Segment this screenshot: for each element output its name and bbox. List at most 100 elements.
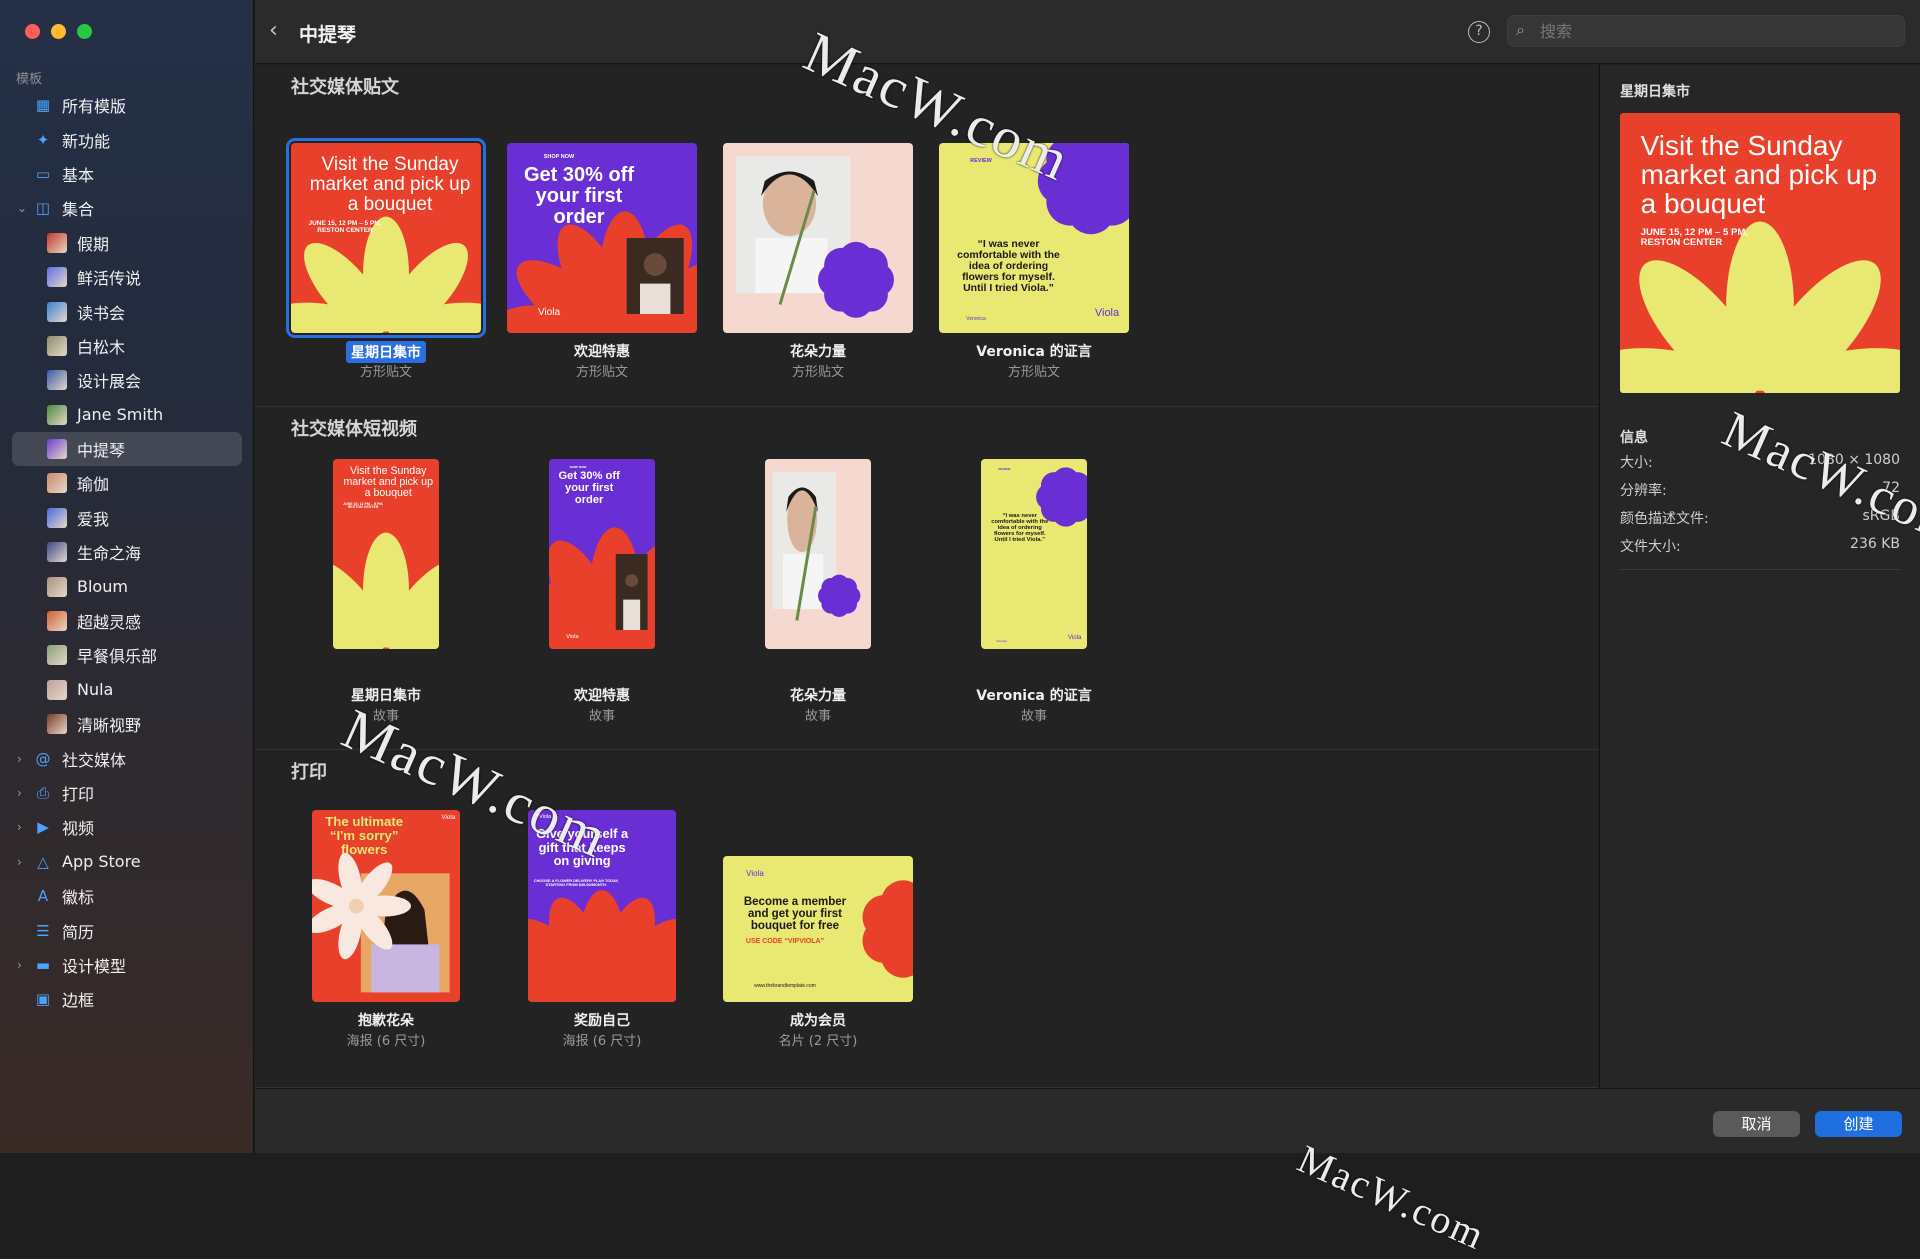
chevron-down-icon[interactable]: ⌄ (17, 201, 27, 215)
create-button[interactable]: 创建 (1815, 1111, 1902, 1137)
sidebar-item[interactable]: › @ 社交媒体 (12, 741, 242, 775)
sidebar-item[interactable]: Nula (12, 673, 242, 707)
sidebar-item[interactable]: 鲜活传说 (12, 260, 242, 294)
sidebar-item[interactable]: 假期 (12, 226, 242, 260)
cancel-button[interactable]: 取消 (1713, 1111, 1800, 1137)
template-card[interactable]: 花朵力量 方形贴文 (723, 143, 913, 380)
template-text: CHOOSE A FLOWER DELIVERY PLAN TODAY, STA… (533, 877, 619, 887)
sidebar-item-label: 清晰视野 (77, 716, 142, 736)
template-thumbnail[interactable]: Visit the Sunday market and pick up a bo… (333, 459, 439, 649)
template-text: Viola (566, 634, 579, 641)
template-card[interactable]: REVIEW “I was never comfortable with the … (939, 143, 1129, 380)
toolbar: ‹ 中提琴 ? ⌕ (255, 0, 1920, 64)
sidebar-item[interactable]: Bloum (12, 569, 242, 603)
template-card[interactable]: Visit the Sunday market and pick up a bo… (333, 459, 439, 724)
template-chooser-window: 模板 ▦ 所有模版 ✦ 新功能 ▭ 基本 ⌄ ◫ 集合 假期 鲜活传说 读书会 白松木 设计展会 Jane … (0, 0, 1920, 1258)
template-text: The ultimate “I'm sorry” flowers (325, 814, 404, 858)
template-card[interactable]: SHOP NOW Get 30% off your first order Viol… (549, 459, 655, 724)
template-name: 抱歉花朵 (272, 1010, 500, 1030)
sidebar-item[interactable]: ⌄ ◫ 集合 (12, 191, 242, 225)
sidebar-item-label: 社交媒体 (62, 750, 127, 770)
info-value: 72 (1882, 480, 1900, 496)
template-text: Visit the Sunday market and pick up a bo… (343, 464, 433, 499)
sidebar-item[interactable]: 生命之海 (12, 535, 242, 569)
sidebar-item[interactable]: 白松木 (12, 329, 242, 363)
template-thumbnail[interactable]: SHOP NOW Get 30% off your first order Viol… (549, 459, 655, 649)
back-chevron-icon[interactable]: ‹ (269, 18, 278, 43)
zoom-window-button[interactable] (77, 24, 92, 39)
collection-thumbnail (47, 267, 67, 288)
section-title: 打印 (291, 762, 327, 783)
collection-thumbnail (47, 542, 67, 563)
template-thumbnail[interactable]: Viola Become a member and get your first … (723, 856, 913, 1002)
template-thumbnail[interactable] (723, 143, 913, 333)
template-format: 海报 (6 尺寸) (346, 1034, 426, 1049)
search-field[interactable]: ⌕ (1507, 15, 1905, 47)
inspector-panel: 星期日集市 Visit the Sunday market and pick u… (1599, 65, 1920, 1088)
template-thumbnail[interactable]: Viola Give yourself a gift that keeps on … (528, 810, 676, 1002)
sidebar-item[interactable]: › ▶ 视频 (12, 810, 242, 844)
section-title: 社交媒体贴文 (291, 77, 399, 98)
sidebar-item[interactable]: 早餐俱乐部 (12, 638, 242, 672)
sidebar-item-label: Nula (77, 680, 114, 700)
page-title: 中提琴 (299, 24, 357, 46)
info-row: 颜色描述文件: sRGB (1620, 508, 1900, 532)
search-input[interactable] (1540, 20, 1890, 42)
sidebar-item-label: 新功能 (62, 131, 111, 151)
sidebar-item[interactable]: 设计展会 (12, 363, 242, 397)
sidebar-item[interactable]: A 徽标 (12, 879, 242, 913)
sidebar-item[interactable]: 清晰视野 (12, 707, 242, 741)
template-card[interactable]: REVIEW “I was never comfortable with the … (976, 459, 1092, 724)
sidebar-item-label: 设计模型 (62, 956, 127, 976)
template-thumbnail[interactable]: SHOP NOW Get 30% off your first order Viol… (507, 143, 697, 333)
sidebar-list: ▦ 所有模版 ✦ 新功能 ▭ 基本 ⌄ ◫ 集合 假期 鲜活传说 读书会 白松木 设计展会 Jane Smi… (12, 88, 242, 1017)
template-text: SHOP NOW (569, 464, 587, 469)
sidebar-item[interactable]: 超越灵感 (12, 604, 242, 638)
template-card[interactable]: Viola Become a member and get your first … (723, 856, 913, 1049)
sidebar-item[interactable]: › △ App Store (12, 845, 242, 879)
help-button[interactable]: ? (1468, 21, 1490, 43)
sidebar-item[interactable]: › ⎙ 打印 (12, 776, 242, 810)
sidebar-item-label: 集合 (62, 200, 95, 220)
chevron-right-icon[interactable]: › (17, 820, 27, 834)
sidebar-item[interactable]: 中提琴 (12, 431, 242, 467)
sidebar-item[interactable]: ▣ 边框 (12, 982, 242, 1016)
template-name-label: 星期日集市 (351, 688, 421, 704)
template-text: Get 30% off your first order (558, 470, 620, 506)
template-thumbnail[interactable]: REVIEW “I was never comfortable with the … (939, 143, 1129, 333)
sidebar-item[interactable]: ✦ 新功能 (12, 122, 242, 156)
template-text: SHOP NOW (543, 154, 575, 160)
info-value: sRGB (1862, 508, 1900, 524)
sidebar-item[interactable]: ☰ 简历 (12, 913, 242, 947)
chevron-right-icon[interactable]: › (17, 752, 27, 766)
sidebar-item[interactable]: Jane Smith (12, 398, 242, 432)
at-icon: @ (35, 749, 51, 768)
template-format: 名片 (2 尺寸) (778, 1034, 858, 1049)
sidebar-item-label: 中提琴 (77, 441, 126, 461)
template-thumbnail[interactable]: The ultimate “I'm sorry” flowers Viola (312, 810, 460, 1002)
sidebar-item-label: Jane Smith (77, 405, 164, 425)
sidebar-item[interactable]: 读书会 (12, 294, 242, 328)
appstore-icon: △ (37, 852, 49, 871)
template-thumbnail[interactable]: Visit the Sunday market and pick up a bo… (286, 138, 486, 338)
sidebar-item[interactable]: ▭ 基本 (12, 157, 242, 191)
sidebar-item[interactable]: › ▬ 设计模型 (12, 948, 242, 982)
template-card[interactable]: Viola Give yourself a gift that keeps on … (528, 810, 676, 1049)
template-text: Viola (537, 307, 561, 318)
collection-thumbnail (47, 439, 67, 460)
sidebar-item[interactable]: ▦ 所有模版 (12, 88, 242, 122)
sidebar-item[interactable]: 爱我 (12, 501, 242, 535)
template-card[interactable]: SHOP NOW Get 30% off your first order Viol… (507, 143, 697, 380)
template-card[interactable]: Visit the Sunday market and pick up a bo… (286, 138, 486, 380)
chevron-right-icon[interactable]: › (17, 855, 27, 869)
sidebar-item[interactable]: 瑜伽 (12, 466, 242, 500)
template-card[interactable]: The ultimate “I'm sorry” flowers Viola 抱歉花… (312, 810, 460, 1049)
chevron-right-icon[interactable]: › (17, 786, 27, 800)
template-thumbnail[interactable]: REVIEW “I was never comfortable with the … (981, 459, 1087, 649)
template-thumbnail[interactable] (765, 459, 871, 649)
close-window-button[interactable] (25, 24, 40, 39)
template-text: JUNE 15, 12 PM – 5 PM, RESTON CENTER (308, 220, 382, 234)
template-card[interactable]: 花朵力量 故事 (765, 459, 871, 724)
minimize-window-button[interactable] (51, 24, 66, 39)
chevron-right-icon[interactable]: › (17, 958, 27, 972)
